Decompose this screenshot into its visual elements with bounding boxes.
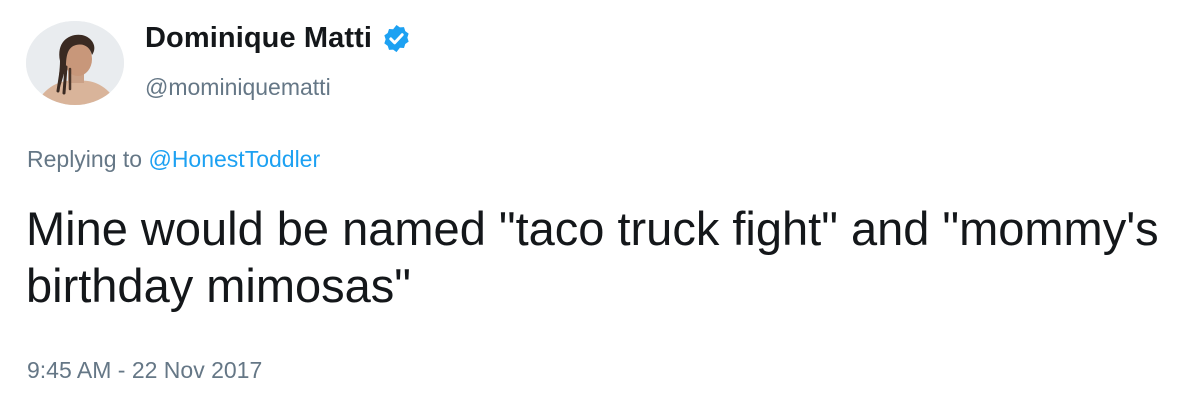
avatar-photo-icon <box>26 21 124 105</box>
reply-prefix: Replying to <box>27 146 149 172</box>
name-row: Dominique Matti <box>145 18 412 58</box>
author-avatar[interactable] <box>26 21 124 105</box>
author-handle[interactable]: @mominiquematti <box>145 74 412 101</box>
tweet-header: Dominique Matti @mominiquematti <box>145 18 412 101</box>
tweet-text: Mine would be named "taco truck fight" a… <box>26 202 1159 312</box>
tweet-timestamp[interactable]: 9:45 AM - 22 Nov 2017 <box>27 357 262 384</box>
author-display-name[interactable]: Dominique Matti <box>145 22 372 55</box>
reply-context: Replying to @HonestToddler <box>27 146 320 173</box>
verified-badge-icon <box>381 23 412 54</box>
tweet-card: Dominique Matti @mominiquematti Replying… <box>0 0 1185 405</box>
reply-mention-link[interactable]: @HonestToddler <box>148 146 320 172</box>
